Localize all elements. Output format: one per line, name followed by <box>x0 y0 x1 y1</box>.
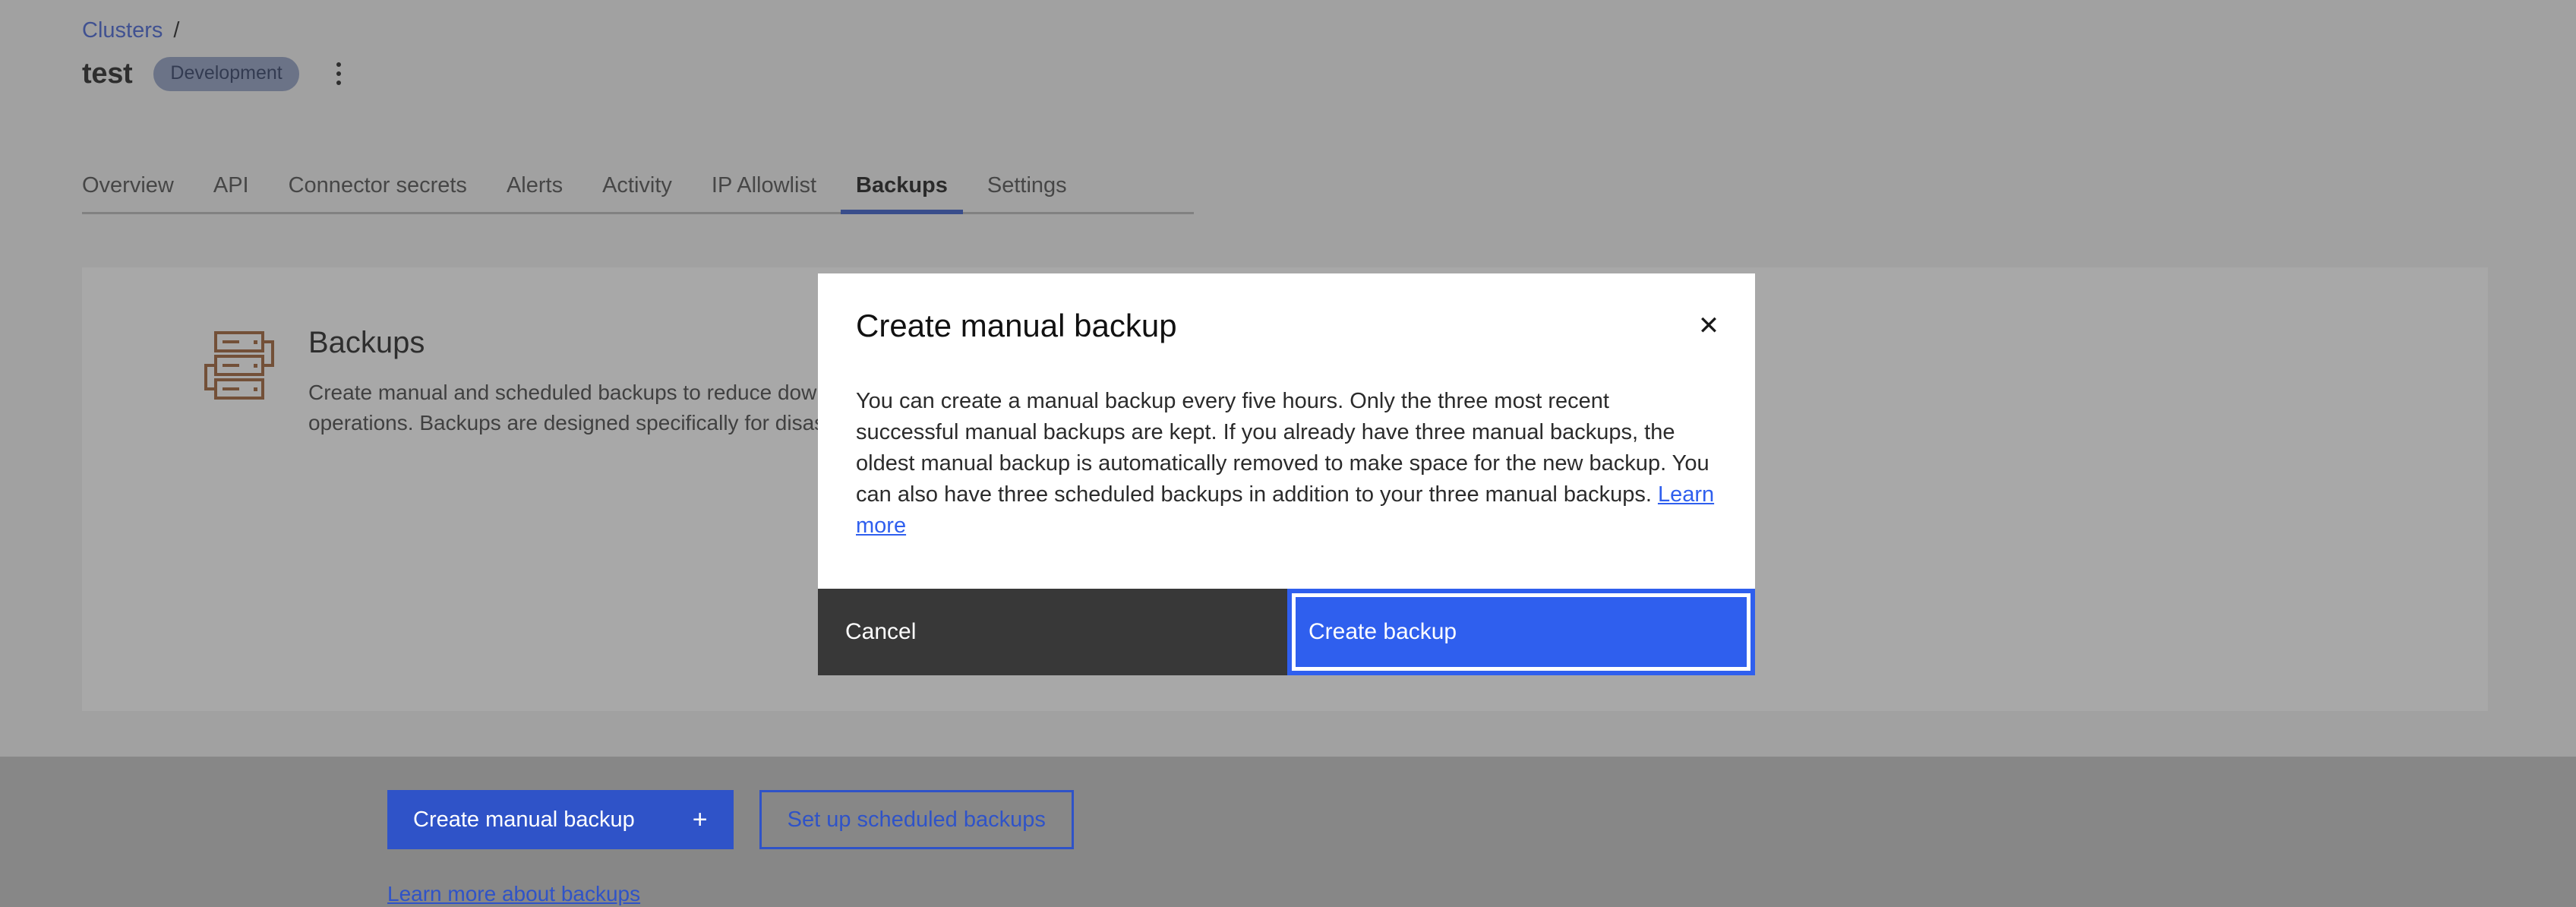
set-up-scheduled-backups-button[interactable]: Set up scheduled backups <box>759 790 1074 849</box>
backups-action-row: Create manual backup + Set up scheduled … <box>387 790 1074 849</box>
dialog-description-text: You can create a manual backup every fiv… <box>856 389 1709 507</box>
cancel-button[interactable]: Cancel <box>818 589 1287 675</box>
dialog-description: You can create a manual backup every fiv… <box>856 386 1717 542</box>
create-backup-button[interactable]: Create backup <box>1287 589 1755 675</box>
create-manual-backup-label: Create manual backup <box>413 807 635 833</box>
create-manual-backup-dialog: Create manual backup ✕ You can create a … <box>818 273 1755 675</box>
create-manual-backup-button[interactable]: Create manual backup + <box>387 790 734 849</box>
dialog-body: Create manual backup ✕ You can create a … <box>818 273 1755 589</box>
plus-icon: + <box>693 807 708 833</box>
dialog-footer: Cancel Create backup <box>818 589 1755 675</box>
learn-more-about-backups-link[interactable]: Learn more about backups <box>387 881 640 907</box>
dialog-title: Create manual backup <box>856 307 1717 345</box>
close-icon[interactable]: ✕ <box>1693 310 1725 342</box>
